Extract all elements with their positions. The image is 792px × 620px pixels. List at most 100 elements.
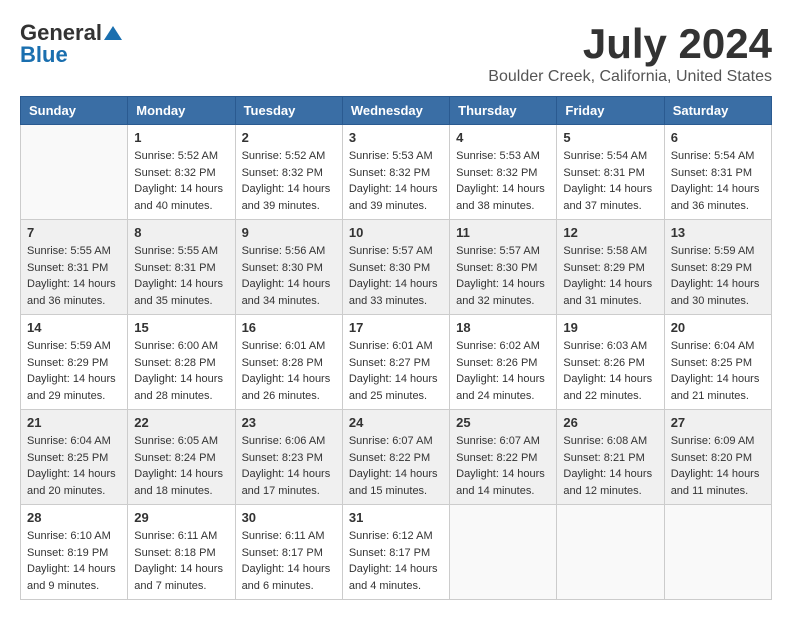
cell-text-line: Sunrise: 5:52 AM xyxy=(134,148,228,165)
cell-text-line: Sunrise: 6:07 AM xyxy=(456,433,550,450)
cell-text-line: Sunrise: 6:01 AM xyxy=(242,338,336,355)
cell-text-line: Daylight: 14 hours xyxy=(456,466,550,483)
cell-text-line: Sunset: 8:25 PM xyxy=(27,450,121,467)
cell-text-line: Sunset: 8:17 PM xyxy=(242,545,336,562)
cell-text-line: Sunset: 8:30 PM xyxy=(456,260,550,277)
cell-text-line: Sunset: 8:29 PM xyxy=(671,260,765,277)
calendar-week-row: 14Sunrise: 5:59 AMSunset: 8:29 PMDayligh… xyxy=(21,315,772,410)
location-title: Boulder Creek, California, United States xyxy=(488,68,772,86)
cell-text-line: and 36 minutes. xyxy=(671,198,765,215)
cell-text-line: Daylight: 14 hours xyxy=(671,371,765,388)
cell-text-line: Sunrise: 6:07 AM xyxy=(349,433,443,450)
day-number: 8 xyxy=(134,225,228,240)
cell-text-line: Sunrise: 5:55 AM xyxy=(27,243,121,260)
cell-text-line: Daylight: 14 hours xyxy=(242,276,336,293)
cell-text-line: Sunset: 8:22 PM xyxy=(456,450,550,467)
day-number: 22 xyxy=(134,415,228,430)
cell-text-line: Sunrise: 5:54 AM xyxy=(671,148,765,165)
cell-text-line: and 39 minutes. xyxy=(349,198,443,215)
logo-triangle-icon xyxy=(104,24,122,42)
cell-text-line: Daylight: 14 hours xyxy=(27,276,121,293)
cell-text-line: Daylight: 14 hours xyxy=(671,181,765,198)
cell-text-line: Sunset: 8:32 PM xyxy=(349,165,443,182)
calendar-header-friday: Friday xyxy=(557,97,664,125)
cell-text-line: and 11 minutes. xyxy=(671,483,765,500)
cell-text-line: Sunrise: 5:57 AM xyxy=(456,243,550,260)
cell-text-line: Sunrise: 6:00 AM xyxy=(134,338,228,355)
cell-text-line: Daylight: 14 hours xyxy=(27,371,121,388)
calendar-cell: 18Sunrise: 6:02 AMSunset: 8:26 PMDayligh… xyxy=(450,315,557,410)
day-number: 15 xyxy=(134,320,228,335)
cell-text-line: Daylight: 14 hours xyxy=(134,466,228,483)
cell-text-line: Daylight: 14 hours xyxy=(563,466,657,483)
cell-text-line: and 18 minutes. xyxy=(134,483,228,500)
day-number: 5 xyxy=(563,130,657,145)
calendar-cell: 17Sunrise: 6:01 AMSunset: 8:27 PMDayligh… xyxy=(342,315,449,410)
cell-text-line: Sunset: 8:28 PM xyxy=(134,355,228,372)
cell-text-line: Sunset: 8:26 PM xyxy=(456,355,550,372)
cell-text-line: Daylight: 14 hours xyxy=(242,561,336,578)
cell-text-line: Sunset: 8:31 PM xyxy=(563,165,657,182)
cell-text-line: Sunset: 8:27 PM xyxy=(349,355,443,372)
calendar-cell: 20Sunrise: 6:04 AMSunset: 8:25 PMDayligh… xyxy=(664,315,771,410)
cell-text-line: Daylight: 14 hours xyxy=(134,561,228,578)
cell-text-line: Sunrise: 6:05 AM xyxy=(134,433,228,450)
cell-text-line: Sunrise: 6:01 AM xyxy=(349,338,443,355)
cell-text-line: Sunrise: 5:56 AM xyxy=(242,243,336,260)
cell-text-line: Sunset: 8:18 PM xyxy=(134,545,228,562)
day-number: 17 xyxy=(349,320,443,335)
cell-text-line: and 39 minutes. xyxy=(242,198,336,215)
cell-text-line: Sunset: 8:24 PM xyxy=(134,450,228,467)
cell-text-line: Daylight: 14 hours xyxy=(242,371,336,388)
day-number: 21 xyxy=(27,415,121,430)
cell-text-line: Sunset: 8:29 PM xyxy=(27,355,121,372)
logo: General Blue xyxy=(20,20,122,68)
calendar-cell: 21Sunrise: 6:04 AMSunset: 8:25 PMDayligh… xyxy=(21,410,128,505)
calendar-cell: 6Sunrise: 5:54 AMSunset: 8:31 PMDaylight… xyxy=(664,125,771,220)
cell-text-line: Sunrise: 6:04 AM xyxy=(671,338,765,355)
cell-text-line: and 30 minutes. xyxy=(671,293,765,310)
calendar-header-monday: Monday xyxy=(128,97,235,125)
cell-text-line: and 24 minutes. xyxy=(456,388,550,405)
day-number: 7 xyxy=(27,225,121,240)
cell-text-line: Sunrise: 5:59 AM xyxy=(671,243,765,260)
cell-text-line: Daylight: 14 hours xyxy=(671,466,765,483)
cell-text-line: Daylight: 14 hours xyxy=(563,181,657,198)
cell-text-line: Sunrise: 6:09 AM xyxy=(671,433,765,450)
cell-text-line: Daylight: 14 hours xyxy=(134,371,228,388)
calendar-cell: 26Sunrise: 6:08 AMSunset: 8:21 PMDayligh… xyxy=(557,410,664,505)
cell-text-line: Sunset: 8:28 PM xyxy=(242,355,336,372)
calendar-cell: 25 Sunrise: 6:07 AMSunset: 8:22 PMDayligh… xyxy=(450,410,557,505)
cell-text-line: and 31 minutes. xyxy=(563,293,657,310)
day-number: 25 xyxy=(456,415,550,430)
cell-text-line: and 38 minutes. xyxy=(456,198,550,215)
day-number: 1 xyxy=(134,130,228,145)
day-number: 16 xyxy=(242,320,336,335)
cell-text-line: Daylight: 14 hours xyxy=(27,466,121,483)
calendar-header-row: SundayMondayTuesdayWednesdayThursdayFrid… xyxy=(21,97,772,125)
cell-text-line: and 20 minutes. xyxy=(27,483,121,500)
day-number: 26 xyxy=(563,415,657,430)
calendar-header-wednesday: Wednesday xyxy=(342,97,449,125)
cell-text-line: and 25 minutes. xyxy=(349,388,443,405)
cell-text-line: and 34 minutes. xyxy=(242,293,336,310)
cell-text-line: and 29 minutes. xyxy=(27,388,121,405)
cell-text-line: Sunrise: 6:12 AM xyxy=(349,528,443,545)
cell-text-line: Sunrise: 5:53 AM xyxy=(349,148,443,165)
month-title: July 2024 xyxy=(488,20,772,68)
calendar-cell xyxy=(21,125,128,220)
cell-text-line: Sunrise: 6:10 AM xyxy=(27,528,121,545)
day-number: 12 xyxy=(563,225,657,240)
calendar-week-row: 1 Sunrise: 5:52 AM Sunset: 8:32 PM Daylight… xyxy=(21,125,772,220)
calendar-cell: 23Sunrise: 6:06 AMSunset: 8:23 PMDayligh… xyxy=(235,410,342,505)
cell-text-line: and 9 minutes. xyxy=(27,578,121,595)
calendar-cell: 3Sunrise: 5:53 AMSunset: 8:32 PMDaylight… xyxy=(342,125,449,220)
calendar-cell: 9Sunrise: 5:56 AMSunset: 8:30 PMDaylight… xyxy=(235,220,342,315)
calendar-cell: 7Sunrise: 5:55 AMSunset: 8:31 PMDaylight… xyxy=(21,220,128,315)
cell-text-line: Sunrise: 5:58 AM xyxy=(563,243,657,260)
cell-text-line: Sunrise: 5:52 AM xyxy=(242,148,336,165)
day-number: 24 xyxy=(349,415,443,430)
cell-text-line: and 37 minutes. xyxy=(563,198,657,215)
cell-text-line: Sunrise: 5:57 AM xyxy=(349,243,443,260)
day-number: 27 xyxy=(671,415,765,430)
